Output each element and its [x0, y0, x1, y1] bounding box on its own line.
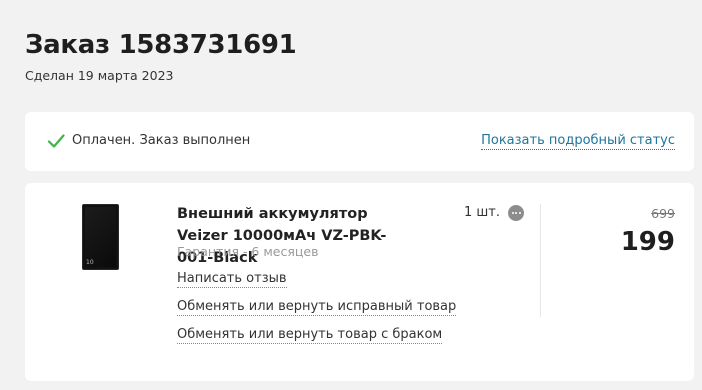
order-status-card: Оплачен. Заказ выполнен Показать подробн…	[25, 112, 694, 171]
item-price: 199	[620, 227, 675, 257]
product-name[interactable]: Внешний аккумулятор Veizer 10000мАч VZ-P…	[177, 203, 412, 269]
write-review-link[interactable]: Написать отзыв	[177, 271, 287, 288]
return-defective-item-link[interactable]: Обменять или вернуть товар с браком	[177, 327, 443, 344]
page-title: Заказ 1583731691	[25, 30, 297, 60]
product-image-surface	[85, 207, 116, 267]
order-status-text: Оплачен. Заказ выполнен	[72, 133, 251, 148]
order-date: Сделан 19 марта 2023	[25, 68, 174, 83]
product-warranty: Гарантия - 6 месяцев	[177, 244, 319, 259]
more-options-icon[interactable]	[508, 205, 524, 221]
show-detailed-status-link[interactable]: Показать подробный статус	[481, 133, 675, 150]
check-icon	[47, 134, 65, 148]
product-image-mark: 10	[86, 259, 94, 266]
old-price: 699	[651, 206, 675, 221]
item-divider	[540, 204, 541, 317]
item-quantity: 1 шт.	[464, 205, 501, 220]
return-working-item-link[interactable]: Обменять или вернуть исправный товар	[177, 299, 457, 316]
power-bank-image[interactable]: 10	[82, 204, 119, 270]
order-item-card: 10 Внешний аккумулятор Veizer 10000мАч V…	[25, 183, 694, 381]
